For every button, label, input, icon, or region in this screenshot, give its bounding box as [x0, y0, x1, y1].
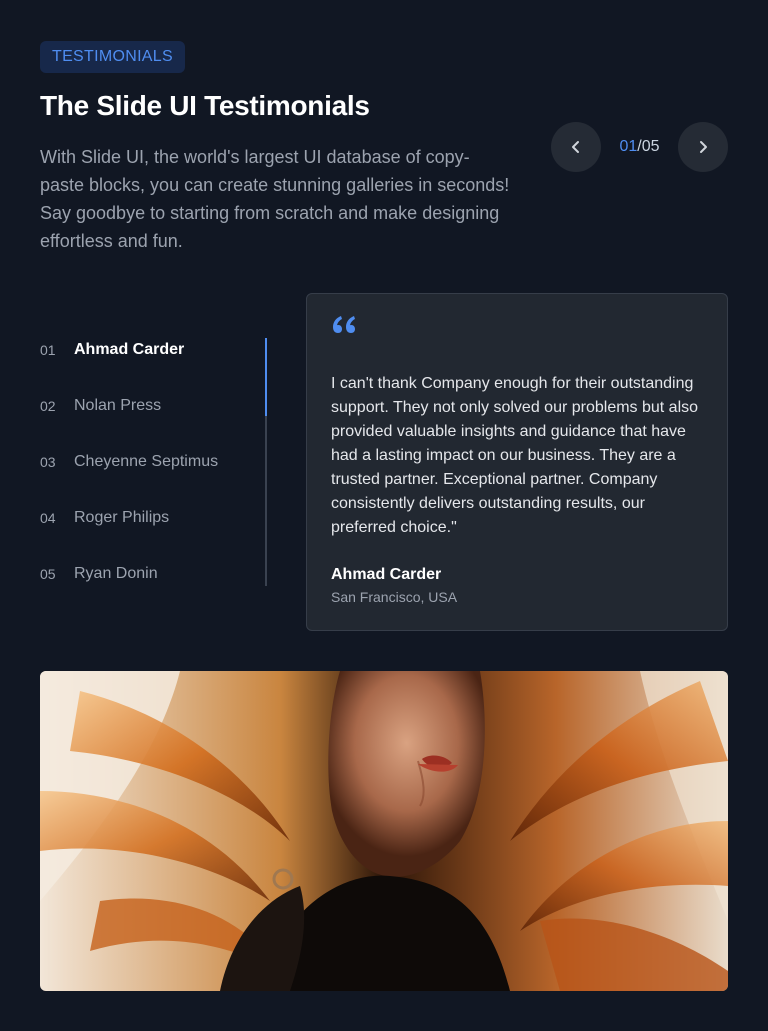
section-badge: TESTIMONIALS: [40, 41, 185, 73]
item-name: Ahmad Carder: [74, 341, 185, 358]
progress-indicator: [265, 338, 267, 416]
item-number: 03: [40, 454, 56, 470]
portrait-image: [40, 671, 728, 991]
item-number: 04: [40, 510, 56, 526]
item-name: Cheyenne Septimus: [74, 453, 219, 470]
testimonial-item-roger-philips[interactable]: 04 Roger Philips: [40, 490, 268, 546]
item-number: 02: [40, 398, 56, 414]
slider-navigation: 01/05: [551, 122, 728, 172]
next-button[interactable]: [678, 122, 728, 172]
current-slide: 01: [619, 138, 638, 155]
item-number: 01: [40, 342, 56, 358]
testimonial-item-ahmad-carder[interactable]: 01 Ahmad Carder: [40, 322, 268, 378]
item-name: Ryan Donin: [74, 565, 158, 582]
testimonial-location: San Francisco, USA: [331, 589, 458, 605]
slide-counter: 01/05: [601, 138, 678, 156]
item-number: 05: [40, 566, 56, 582]
total-slides: 05: [641, 138, 660, 155]
testimonial-item-nolan-press[interactable]: 02 Nolan Press: [40, 378, 268, 434]
testimonial-list: 01 Ahmad Carder 02 Nolan Press 03 Cheyen…: [40, 322, 268, 602]
item-name: Roger Philips: [74, 509, 170, 526]
testimonial-quote: I can't thank Company enough for their o…: [331, 375, 699, 536]
page-title: The Slide UI Testimonials: [40, 90, 370, 121]
page-description: With Slide UI, the world's largest UI da…: [40, 147, 510, 251]
testimonial-item-cheyenne-septimus[interactable]: 03 Cheyenne Septimus: [40, 434, 268, 490]
testimonial-author: Ahmad Carder: [331, 566, 442, 583]
testimonial-photo: [40, 671, 728, 991]
prev-button[interactable]: [551, 122, 601, 172]
quote-icon: [333, 316, 355, 333]
chevron-right-icon: [700, 141, 707, 153]
chevron-left-icon: [572, 141, 579, 153]
item-name: Nolan Press: [74, 397, 162, 414]
testimonial-card: I can't thank Company enough for their o…: [306, 293, 728, 631]
testimonial-item-ryan-donin[interactable]: 05 Ryan Donin: [40, 546, 268, 602]
